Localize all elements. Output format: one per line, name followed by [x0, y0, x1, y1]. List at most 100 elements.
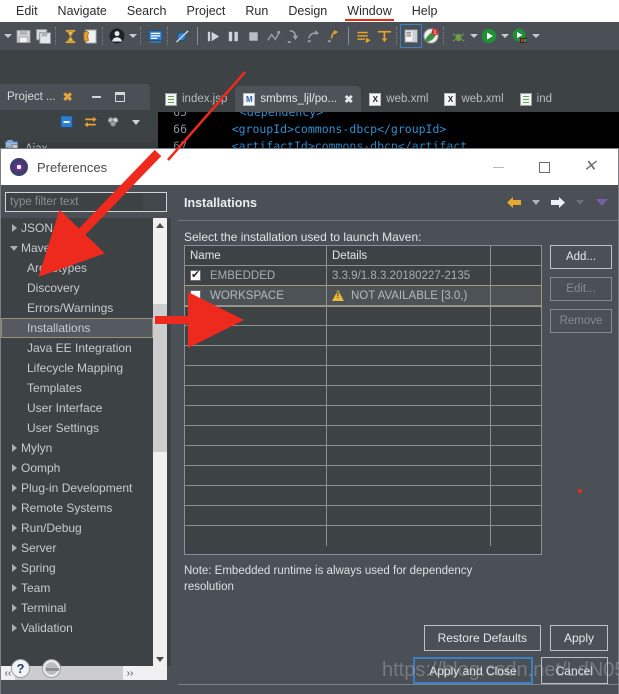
installations-table[interactable]: NameDetails EMBEDDED 3.3.9/1.8.3.20180227-… [184, 245, 542, 555]
help-question-icon[interactable]: ? [11, 659, 30, 678]
save-icon[interactable] [13, 25, 33, 47]
table-row-empty[interactable] [185, 426, 541, 446]
run-server-dropdown-caret[interactable] [530, 25, 541, 47]
debug-dropdown-caret[interactable] [468, 25, 479, 47]
step-return-icon[interactable] [323, 25, 343, 47]
menu-item-help[interactable]: Help [412, 0, 438, 22]
tree-collapse-arrow-icon[interactable] [7, 484, 21, 492]
user-dropdown-caret[interactable] [127, 25, 138, 47]
table-row-empty[interactable] [185, 446, 541, 466]
package-presentation-icon[interactable] [103, 112, 123, 132]
user-icon[interactable] [107, 25, 127, 47]
tree-collapse-arrow-icon[interactable] [7, 564, 21, 572]
tree-collapse-arrow-icon[interactable] [7, 624, 21, 632]
preferences-tree[interactable]: JSON Maven Archetypes Discovery Errors/Warni… [1, 218, 171, 666]
skip-all-breakpoints-icon[interactable] [172, 25, 192, 47]
tree-item-server[interactable]: Server [1, 538, 153, 558]
editor-tab-2[interactable]: Xweb.xml [361, 86, 436, 112]
tree-item-archetypes[interactable]: Archetypes [1, 258, 153, 278]
menu-item-navigate[interactable]: Navigate [58, 0, 107, 22]
debug-icon[interactable] [448, 25, 468, 47]
step-into-icon[interactable] [283, 25, 303, 47]
menu-item-edit[interactable]: Edit [16, 0, 38, 22]
tree-item-remote-systems[interactable]: Remote Systems [1, 498, 153, 518]
column-header-blank[interactable] [491, 246, 541, 265]
close-x-icon[interactable]: ✖ [63, 90, 73, 104]
tree-collapse-arrow-icon[interactable] [7, 544, 21, 552]
tree-item-user-interface[interactable]: User Interface [1, 398, 153, 418]
tree-collapse-arrow-icon[interactable] [7, 584, 21, 592]
menu-item-window[interactable]: Window [345, 0, 395, 22]
tree-collapse-arrow-icon[interactable] [7, 224, 21, 232]
tree-item-terminal[interactable]: Terminal [1, 598, 153, 618]
editor-tab-0[interactable]: index.jsp [157, 86, 235, 112]
collapse-all-icon[interactable] [57, 112, 77, 132]
tree-collapse-arrow-icon[interactable] [7, 444, 21, 452]
open-task-icon[interactable] [354, 25, 374, 47]
disconnect-icon[interactable] [263, 25, 283, 47]
save-all-icon[interactable] [33, 25, 53, 47]
tree-item-oomph[interactable]: Oomph [1, 458, 153, 478]
view-menu-caret[interactable] [126, 112, 146, 132]
installation-checkbox[interactable] [190, 290, 201, 301]
table-row-empty[interactable] [185, 306, 541, 326]
cancel-button[interactable]: Cancel [540, 657, 608, 684]
run-icon[interactable] [479, 25, 499, 47]
tree-item-mylyn[interactable]: Mylyn [1, 438, 153, 458]
new-wizard-icon[interactable] [80, 25, 100, 47]
console-icon[interactable] [145, 25, 165, 47]
restore-defaults-button[interactable]: Restore Defaults [423, 625, 541, 651]
apply-and-close-button[interactable]: Apply and Close [413, 657, 533, 684]
minimize-icon[interactable] [92, 96, 101, 98]
menu-item-search[interactable]: Search [127, 0, 167, 22]
tree-item-lifecycle-mapping[interactable]: Lifecycle Mapping [1, 358, 153, 378]
table-row-empty[interactable] [185, 506, 541, 526]
tree-item-json[interactable]: JSON [1, 218, 153, 238]
tree-item-errors-warnings[interactable]: Errors/Warnings [1, 298, 153, 318]
back-dropdown-caret-icon[interactable] [528, 195, 544, 211]
run-on-server-icon[interactable] [510, 25, 530, 47]
filter-clear-button[interactable] [143, 194, 165, 210]
back-arrow-icon[interactable] [506, 195, 522, 211]
tree-item-validation[interactable]: Validation [1, 618, 153, 638]
tree-item-templates[interactable]: Templates [1, 378, 153, 398]
installation-extra-cell[interactable] [491, 266, 541, 285]
dialog-sash[interactable] [171, 185, 177, 680]
table-row-empty[interactable] [185, 326, 541, 346]
open-perspective-icon[interactable] [400, 24, 422, 48]
menu-item-run[interactable]: Run [245, 0, 268, 22]
column-header-name[interactable]: Name [185, 246, 327, 265]
terminate-icon[interactable] [243, 25, 263, 47]
table-row-empty[interactable] [185, 346, 541, 366]
installation-name-cell[interactable]: EMBEDDED [185, 266, 327, 285]
tree-item-maven[interactable]: Maven [1, 238, 153, 258]
scrollbar-thumb[interactable] [153, 304, 167, 452]
table-row-empty[interactable] [185, 526, 541, 546]
tree-vertical-scrollbar[interactable] [153, 218, 167, 666]
installation-name-cell[interactable]: WORKSPACE [185, 286, 327, 305]
tree-item-user-settings[interactable]: User Settings [1, 418, 153, 438]
tree-item-team[interactable]: Team [1, 578, 153, 598]
tree-collapse-arrow-icon[interactable] [7, 524, 21, 532]
tree-collapse-arrow-icon[interactable] [7, 604, 21, 612]
export-icon[interactable] [60, 25, 80, 47]
table-row-empty[interactable] [185, 406, 541, 426]
forward-dropdown-caret-icon[interactable] [572, 195, 588, 211]
toolbar-overflow-caret[interactable] [2, 25, 13, 47]
column-header-details[interactable]: Details [327, 246, 491, 265]
editor-tab-1[interactable]: Msmbms_ljl/po... ✖ [235, 86, 362, 112]
add-button[interactable]: Add... [550, 245, 612, 269]
scroll-up-arrow-icon[interactable] [153, 218, 167, 232]
filter-input[interactable]: type filter text [5, 192, 167, 212]
maven-icon[interactable]: 1 [421, 25, 441, 47]
installation-checkbox[interactable] [190, 268, 201, 281]
menu-item-project[interactable]: Project [187, 0, 226, 22]
forward-arrow-icon[interactable] [550, 195, 566, 211]
apply-settings-icon[interactable] [42, 659, 61, 678]
run-dropdown-caret[interactable] [499, 25, 510, 47]
project-explorer-tab[interactable]: Project ... ✖ [0, 84, 150, 110]
resume-icon[interactable] [203, 25, 223, 47]
step-over-icon[interactable] [303, 25, 323, 47]
view-menu-caret-icon[interactable] [594, 195, 610, 211]
tree-item-discovery[interactable]: Discovery [1, 278, 153, 298]
